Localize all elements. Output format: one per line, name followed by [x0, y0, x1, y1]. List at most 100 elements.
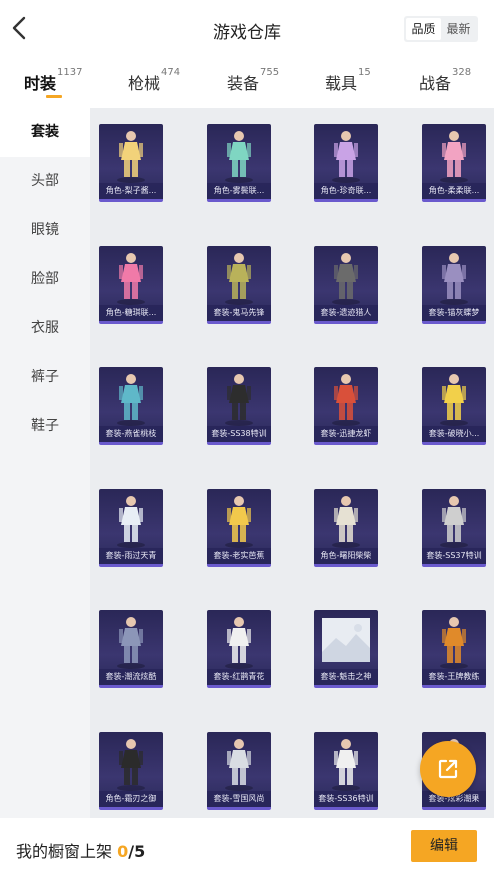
- outfit-figure: [332, 496, 360, 548]
- item-card[interactable]: 套装-魁击之神: [314, 610, 378, 688]
- item-label: 套装-雪国风尚: [207, 791, 271, 807]
- outfit-figure: [332, 253, 360, 305]
- item-label: 套装-SS38特训: [207, 426, 271, 442]
- outfit-figure: [440, 374, 468, 426]
- item-card[interactable]: 套装-潮流炫酷: [99, 610, 163, 688]
- item-card[interactable]: 套装-鬼马先锋: [207, 246, 271, 324]
- item-label: 套装-迅捷龙虾: [314, 426, 378, 442]
- outfit-figure: [332, 374, 360, 426]
- item-label: 套装-老实芭蕉: [207, 548, 271, 564]
- sidebar-item-glasses[interactable]: 眼镜: [0, 206, 90, 255]
- item-label: 角色-曙阳柴柴: [314, 548, 378, 564]
- showcase-used-count: 0: [117, 842, 129, 861]
- outfit-figure: [117, 374, 145, 426]
- outfit-figure: [117, 496, 145, 548]
- tab-label: 载具: [325, 74, 358, 93]
- outfit-figure: [117, 617, 145, 669]
- item-label: 套装-雨过天青: [99, 548, 163, 564]
- item-card[interactable]: 角色-糖琪联...: [99, 246, 163, 324]
- outfit-figure: [225, 739, 253, 791]
- sidebar-item-face[interactable]: 脸部: [0, 255, 90, 304]
- item-label: 角色-糖琪联...: [99, 305, 163, 321]
- item-label: 角色-柔柔联...: [422, 183, 486, 199]
- showcase-label: 我的橱窗上架: [16, 842, 113, 861]
- item-label: 套装-魁击之神: [314, 669, 378, 685]
- outfit-figure: [225, 496, 253, 548]
- item-card[interactable]: 套装-王牌教练: [422, 610, 486, 688]
- outfit-figure: [225, 617, 253, 669]
- sort-option-latest[interactable]: 最新: [441, 18, 476, 40]
- item-card[interactable]: 套装-雨过天青: [99, 489, 163, 567]
- sort-toggle: 品质 最新: [404, 16, 478, 42]
- bottom-bar: 我的橱窗上架 0/5 编辑: [0, 818, 494, 875]
- item-card[interactable]: 角色-曙阳柴柴: [314, 489, 378, 567]
- item-card[interactable]: 套装-SS37特训: [422, 489, 486, 567]
- tab-vehicles[interactable]: 载具15: [325, 67, 371, 94]
- item-card[interactable]: 套装-破晓小...: [422, 367, 486, 445]
- tab-label: 时装: [24, 74, 57, 93]
- item-card[interactable]: 角色-雾鬓联...: [207, 124, 271, 202]
- item-card[interactable]: 套装-SS38特训: [207, 367, 271, 445]
- tab-count: 474: [161, 67, 181, 78]
- sidebar-item-shoes[interactable]: 鞋子: [0, 402, 90, 451]
- item-card[interactable]: 套装-雪国风尚: [207, 732, 271, 810]
- item-card[interactable]: 角色-珍奇联...: [314, 124, 378, 202]
- tab-equipment[interactable]: 装备755: [227, 67, 280, 94]
- sidebar-item-pants[interactable]: 裤子: [0, 353, 90, 402]
- tab-count: 1137: [57, 67, 83, 78]
- item-label: 套装-破晓小...: [422, 426, 486, 442]
- item-card[interactable]: 套装-遗迹猎人: [314, 246, 378, 324]
- outfit-figure: [332, 739, 360, 791]
- share-icon: [438, 759, 458, 779]
- item-label: 角色-雾鬓联...: [207, 183, 271, 199]
- item-label: 角色-珍奇联...: [314, 183, 378, 199]
- edit-button[interactable]: 编辑: [411, 830, 477, 862]
- outfit-figure: [440, 131, 468, 183]
- item-label: 套装-遗迹猎人: [314, 305, 378, 321]
- outfit-figure: [332, 131, 360, 183]
- item-label: 角色-梨子酱...: [99, 183, 163, 199]
- item-label: 套装-鬼马先锋: [207, 305, 271, 321]
- sort-option-quality[interactable]: 品质: [406, 18, 441, 40]
- outfit-figure: [117, 739, 145, 791]
- tab-guns[interactable]: 枪械474: [128, 67, 181, 94]
- outfit-figure: [225, 253, 253, 305]
- active-tab-indicator: [46, 95, 62, 98]
- item-card[interactable]: 套装-老实芭蕉: [207, 489, 271, 567]
- outfit-figure: [225, 374, 253, 426]
- showcase-status: 我的橱窗上架 0/5: [16, 838, 145, 862]
- share-button[interactable]: [420, 741, 476, 797]
- tab-label: 战备: [419, 74, 452, 93]
- item-label: 套装-红鹊青花: [207, 669, 271, 685]
- outfit-figure: [440, 253, 468, 305]
- tab-supplies[interactable]: 战备328: [419, 67, 471, 94]
- header: 游戏仓库 品质 最新: [0, 0, 494, 58]
- item-card[interactable]: 角色-梨子酱...: [99, 124, 163, 202]
- outfit-figure: [440, 496, 468, 548]
- item-card[interactable]: 套装-燕雀桃枝: [99, 367, 163, 445]
- tab-count: 755: [260, 67, 280, 78]
- item-label: 套装-王牌教练: [422, 669, 486, 685]
- tab-label: 装备: [227, 74, 260, 93]
- item-label: 套装-锚灰蝶梦: [422, 305, 486, 321]
- image-placeholder: [322, 618, 370, 662]
- sidebar-item-head[interactable]: 头部: [0, 157, 90, 206]
- showcase-total-count: 5: [134, 842, 146, 861]
- item-card[interactable]: 套装-红鹊青花: [207, 610, 271, 688]
- sidebar-item-clothes[interactable]: 衣服: [0, 304, 90, 353]
- outfit-figure: [117, 253, 145, 305]
- item-card[interactable]: 套装-SS36特训: [314, 732, 378, 810]
- item-label: 角色-霜刃之御: [99, 791, 163, 807]
- tab-label: 枪械: [128, 74, 161, 93]
- outfit-figure: [225, 131, 253, 183]
- item-card[interactable]: 套装-迅捷龙虾: [314, 367, 378, 445]
- sidebar-item-outfit[interactable]: 套装: [0, 108, 90, 157]
- item-label: 套装-SS36特训: [314, 791, 378, 807]
- tab-fashion[interactable]: 时装1137: [24, 67, 83, 94]
- item-card[interactable]: 角色-霜刃之御: [99, 732, 163, 810]
- outfit-figure: [440, 617, 468, 669]
- item-card[interactable]: 角色-柔柔联...: [422, 124, 486, 202]
- item-grid: 角色-梨子酱... 角色-雾鬓联... 角色-珍奇联... 角色-柔柔联... 角色-糖…: [90, 108, 494, 818]
- item-card[interactable]: 套装-锚灰蝶梦: [422, 246, 486, 324]
- item-label: 套装-燕雀桃枝: [99, 426, 163, 442]
